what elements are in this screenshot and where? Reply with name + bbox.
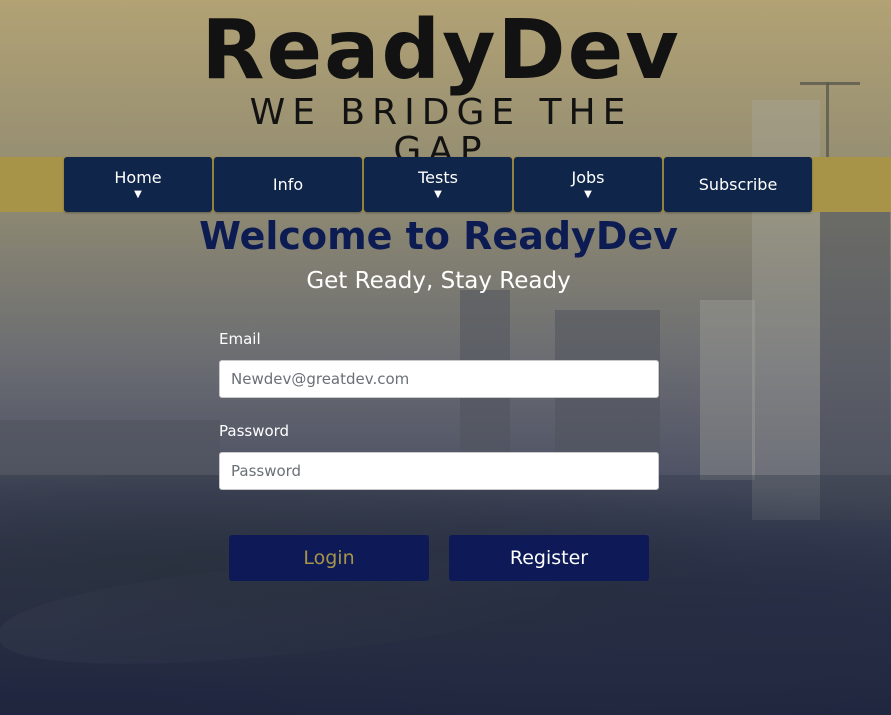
nav-item-jobs[interactable]: Jobs ▼ [514, 157, 662, 212]
caret-down-icon: ▼ [134, 189, 142, 200]
login-form: Email Password [219, 330, 659, 490]
page-subtitle: Get Ready, Stay Ready [306, 268, 571, 294]
page-title: Welcome to ReadyDev [199, 214, 678, 258]
nav-item-label: Home [114, 168, 162, 187]
email-label: Email [219, 330, 261, 348]
nav-item-info[interactable]: Info [214, 157, 362, 212]
main-nav: Home ▼ Info Tests ▼ Jobs ▼ Subscribe [64, 157, 812, 212]
nav-item-label: Tests [418, 168, 458, 187]
register-button[interactable]: Register [449, 535, 649, 581]
password-label: Password [219, 422, 290, 440]
nav-item-label: Info [272, 174, 304, 194]
nav-item-subscribe[interactable]: Subscribe [664, 157, 812, 212]
password-field[interactable] [219, 452, 659, 490]
nav-item-label: Subscribe [698, 174, 778, 194]
nav-item-label: Jobs [571, 168, 605, 187]
caret-down-icon: ▼ [584, 189, 592, 200]
logo: ReadyDev WE BRIDGE THE GAP [196, 4, 686, 170]
caret-down-icon: ▼ [434, 189, 442, 200]
email-field[interactable] [219, 360, 659, 398]
logo-title: ReadyDev [201, 3, 681, 98]
nav-item-home[interactable]: Home ▼ [64, 157, 212, 212]
login-button[interactable]: Login [229, 535, 429, 581]
nav-item-tests[interactable]: Tests ▼ [364, 157, 512, 212]
